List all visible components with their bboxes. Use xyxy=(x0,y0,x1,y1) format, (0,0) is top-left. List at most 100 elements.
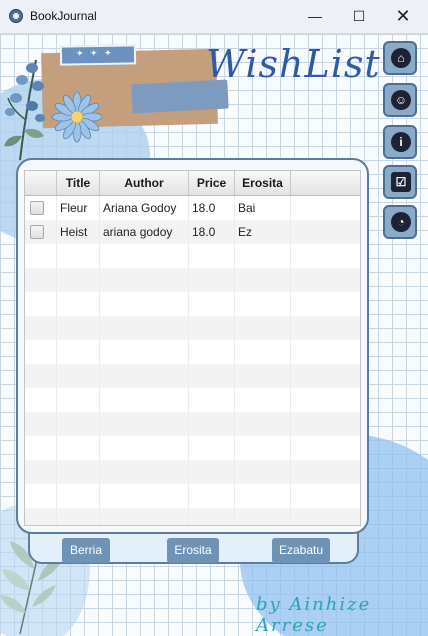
window-title: BookJournal xyxy=(30,9,97,23)
cell-select xyxy=(25,268,57,292)
cell-author xyxy=(100,508,189,525)
cell-title xyxy=(57,292,100,316)
cell-erosita xyxy=(235,340,291,364)
cell-select xyxy=(25,316,57,340)
cell-price xyxy=(189,268,235,292)
cell-select xyxy=(25,460,57,484)
cell-price xyxy=(189,316,235,340)
cell-filler xyxy=(291,340,360,364)
cell-price xyxy=(189,436,235,460)
table-row-empty xyxy=(25,508,360,525)
cell-select xyxy=(25,508,57,525)
cell-title xyxy=(57,460,100,484)
cell-price xyxy=(189,244,235,268)
table-row-empty xyxy=(25,316,360,340)
new-book-button[interactable]: Berria xyxy=(62,538,110,563)
cell-author xyxy=(100,364,189,388)
sidebar-profile-button[interactable]: ☺ xyxy=(383,83,417,117)
cell-price: 18.0 xyxy=(189,220,235,244)
cell-price xyxy=(189,508,235,525)
cell-filler xyxy=(291,244,360,268)
cell-erosita xyxy=(235,268,291,292)
table-row-empty xyxy=(25,484,360,508)
washi-tape-decoration xyxy=(59,44,137,66)
cell-filler xyxy=(291,364,360,388)
window-titlebar: BookJournal — ☐ ✕ xyxy=(0,0,428,34)
cell-title: Fleur xyxy=(57,196,100,220)
table-row[interactable]: Fleur Ariana Godoy 18.0 Bai xyxy=(25,196,360,220)
cell-erosita xyxy=(235,412,291,436)
close-button[interactable]: ✕ xyxy=(380,0,426,33)
app-canvas: WishList ⌂ ☺ i ☑ ◔ Title Author Price Er… xyxy=(0,34,428,636)
column-header-price[interactable]: Price xyxy=(189,171,235,195)
cell-price xyxy=(189,292,235,316)
table-row-empty xyxy=(25,364,360,388)
cell-author xyxy=(100,244,189,268)
cell-erosita xyxy=(235,364,291,388)
cell-price xyxy=(189,364,235,388)
cell-filler xyxy=(291,436,360,460)
cell-title xyxy=(57,316,100,340)
cell-erosita xyxy=(235,508,291,525)
cell-title xyxy=(57,388,100,412)
cell-title xyxy=(57,412,100,436)
wishlist-table: Title Author Price Erosita Fleur Ariana G… xyxy=(24,170,361,526)
table-row-empty xyxy=(25,292,360,316)
sidebar-info-button[interactable]: i xyxy=(383,125,417,159)
column-header-author[interactable]: Author xyxy=(100,171,189,195)
sidebar-stats-button[interactable]: ◔ xyxy=(383,205,417,239)
cell-author xyxy=(100,268,189,292)
table-row-empty xyxy=(25,460,360,484)
cell-filler xyxy=(291,196,360,220)
info-icon: i xyxy=(391,132,411,152)
cell-price xyxy=(189,484,235,508)
table-row[interactable]: Heist ariana godoy 18.0 Ez xyxy=(25,220,360,244)
cell-filler xyxy=(291,220,360,244)
cell-author: Ariana Godoy xyxy=(100,196,189,220)
cell-price xyxy=(189,340,235,364)
cell-erosita xyxy=(235,316,291,340)
cell-erosita xyxy=(235,436,291,460)
maximize-button[interactable]: ☐ xyxy=(336,0,382,33)
cell-erosita: Bai xyxy=(235,196,291,220)
app-icon xyxy=(9,9,23,23)
cell-author xyxy=(100,292,189,316)
column-header-select[interactable] xyxy=(25,171,57,195)
flower-decoration xyxy=(51,91,103,143)
cell-filler xyxy=(291,412,360,436)
cell-title xyxy=(57,484,100,508)
row-checkbox[interactable] xyxy=(30,225,44,239)
cell-filler xyxy=(291,508,360,525)
cell-select xyxy=(25,196,57,220)
cell-filler xyxy=(291,268,360,292)
cell-title xyxy=(57,436,100,460)
cell-erosita xyxy=(235,484,291,508)
cell-price: 18.0 xyxy=(189,196,235,220)
column-header-erosita[interactable]: Erosita xyxy=(235,171,291,195)
cell-author xyxy=(100,388,189,412)
table-row-empty xyxy=(25,388,360,412)
minimize-button[interactable]: — xyxy=(292,0,338,33)
table-row-empty xyxy=(25,412,360,436)
column-header-filler xyxy=(291,171,360,195)
cell-title xyxy=(57,268,100,292)
cell-erosita xyxy=(235,292,291,316)
cell-erosita xyxy=(235,460,291,484)
row-checkbox[interactable] xyxy=(30,201,44,215)
cell-select xyxy=(25,484,57,508)
cell-filler xyxy=(291,292,360,316)
cell-select xyxy=(25,340,57,364)
column-header-title[interactable]: Title xyxy=(57,171,100,195)
cell-filler xyxy=(291,460,360,484)
cell-author xyxy=(100,436,189,460)
cell-author xyxy=(100,484,189,508)
cell-author xyxy=(100,460,189,484)
delete-button[interactable]: Ezabatu xyxy=(272,538,330,563)
home-icon: ⌂ xyxy=(391,48,411,68)
sidebar-home-button[interactable]: ⌂ xyxy=(383,41,417,75)
bought-button[interactable]: Erosita xyxy=(167,538,219,563)
author-signature: by Ainhize Arrese xyxy=(256,594,372,636)
cell-select xyxy=(25,220,57,244)
table-row-empty xyxy=(25,340,360,364)
sidebar-checklist-button[interactable]: ☑ xyxy=(383,165,417,199)
